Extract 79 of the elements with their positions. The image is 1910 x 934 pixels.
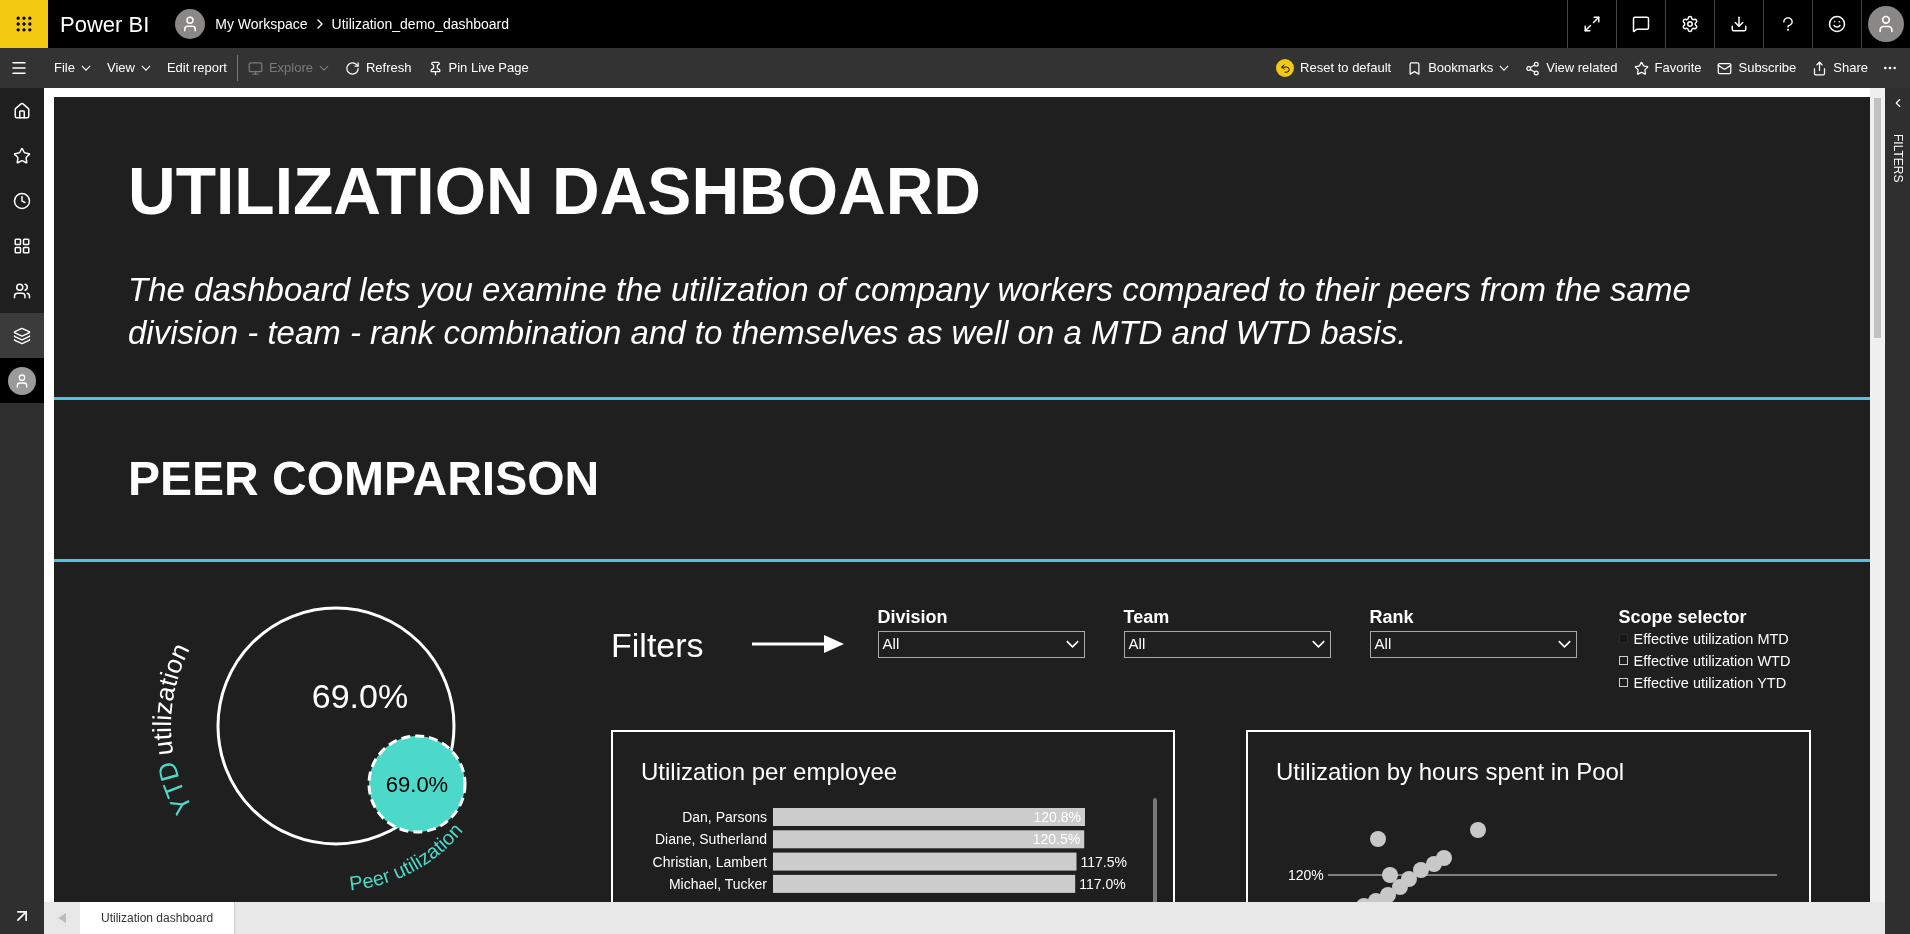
scope-option[interactable]: Effective utilization WTD [1618, 649, 1791, 672]
toolbar-button[interactable]: View [98, 53, 159, 83]
toolbar-button[interactable]: Subscribe [1709, 53, 1805, 83]
toolbar-button[interactable]: Favorite [1625, 53, 1710, 83]
scope-option[interactable]: Effective utilization MTD [1618, 627, 1791, 650]
chevron-down-icon [1310, 640, 1326, 649]
grid-dots-icon [14, 14, 34, 34]
report-description: The dashboard lets you examine the utilization of company workers compared to their peers from the same division - team - rank combination and to themselves as well on a MTD and WTD basis. [128, 269, 1692, 353]
toolbar-button[interactable]: Edit report [158, 53, 235, 83]
dropdown-label: Division [877, 605, 949, 628]
app-name: Power BI [60, 10, 150, 39]
filters-pane-label[interactable]: FILTERS [1888, 134, 1907, 183]
download-icon [1730, 15, 1748, 33]
layers-icon [13, 326, 31, 345]
settings-icon [1681, 15, 1699, 33]
star-icon [13, 146, 31, 165]
dropdown[interactable]: All [877, 630, 1085, 658]
clock-icon [13, 191, 31, 210]
chart-title: Utilization by hours spent in Pool [1276, 757, 1625, 785]
report-title: UTILIZATION DASHBOARD [128, 155, 983, 228]
workspace-avatar [175, 9, 206, 39]
chevron-down-icon [1556, 640, 1572, 649]
toolbar-button[interactable]: Reset to default [1268, 53, 1400, 83]
scope-selector-title: Scope selector [1618, 605, 1748, 628]
peer-value: 69.0% [385, 771, 449, 797]
toolbar-button[interactable]: Bookmarks [1399, 53, 1518, 83]
employee-name: Christian, Lambert [652, 853, 767, 870]
dropdown-label: Team [1123, 605, 1171, 628]
app-launcher[interactable] [0, 0, 48, 48]
toolbar-button[interactable]: View related [1517, 53, 1626, 83]
pin-icon [427, 60, 443, 76]
dropdown-label: Rank [1369, 605, 1415, 628]
dropdown[interactable]: All [1123, 630, 1331, 658]
toolbar-button[interactable]: Refresh [336, 53, 420, 83]
chevron-down-icon [318, 65, 329, 71]
utilization-value: 69.0% [311, 676, 409, 715]
people-icon [13, 281, 31, 300]
share-nodes-icon [1525, 60, 1541, 76]
person-icon [14, 372, 30, 389]
value-label: 117.5% [1080, 853, 1127, 870]
nav-button[interactable] [0, 313, 44, 358]
undo-arrow-icon [1279, 62, 1291, 74]
menu-icon [10, 59, 28, 77]
toolbar-button[interactable]: Share [1804, 53, 1876, 83]
chevron-down-icon [80, 65, 91, 71]
toolbar-button[interactable]: Pin Live Page [419, 53, 537, 83]
scope-option[interactable]: Effective utilization YTD [1618, 671, 1791, 694]
filters-label: Filters [611, 624, 704, 666]
employee-name: Michael, Tucker [668, 875, 767, 892]
chart-title: Utilization per employee [641, 757, 898, 785]
mail-icon [1717, 60, 1733, 76]
smiley-icon [1828, 15, 1846, 33]
triangle-left-icon [58, 913, 66, 923]
section-title: PEER COMPARISON [128, 451, 600, 508]
employee-name: Dan, Parsons [682, 808, 767, 825]
arrow-icon [751, 633, 844, 654]
grid-icon [13, 236, 31, 255]
star-icon [1633, 60, 1649, 76]
refresh-icon [344, 60, 360, 76]
comment-icon [1632, 15, 1650, 33]
chevron-down-icon [1499, 65, 1510, 71]
breadcrumb-link[interactable]: Utilization_demo_dashboard [331, 13, 510, 35]
breadcrumb-link[interactable]: My Workspace [215, 13, 308, 35]
value-label: 117.0% [1079, 875, 1126, 892]
page-tab[interactable]: Utilization dashboard [80, 902, 236, 934]
chevron-down-icon [140, 65, 151, 71]
share-icon [1812, 60, 1828, 76]
expand-icon [1583, 15, 1601, 33]
dropdown[interactable]: All [1369, 630, 1577, 658]
toolbar-button[interactable]: File [46, 53, 99, 83]
monitor-icon [247, 60, 263, 76]
scrollbar[interactable] [1870, 88, 1885, 902]
employee-name: Diane, Sutherland [654, 830, 767, 847]
chevron-down-icon [1064, 640, 1080, 649]
profile-button[interactable] [8, 366, 36, 395]
avatar-icon [1868, 6, 1904, 42]
home-icon [13, 101, 31, 120]
bookmark-icon [1407, 60, 1423, 76]
gridline-label: 120% [1288, 865, 1324, 885]
